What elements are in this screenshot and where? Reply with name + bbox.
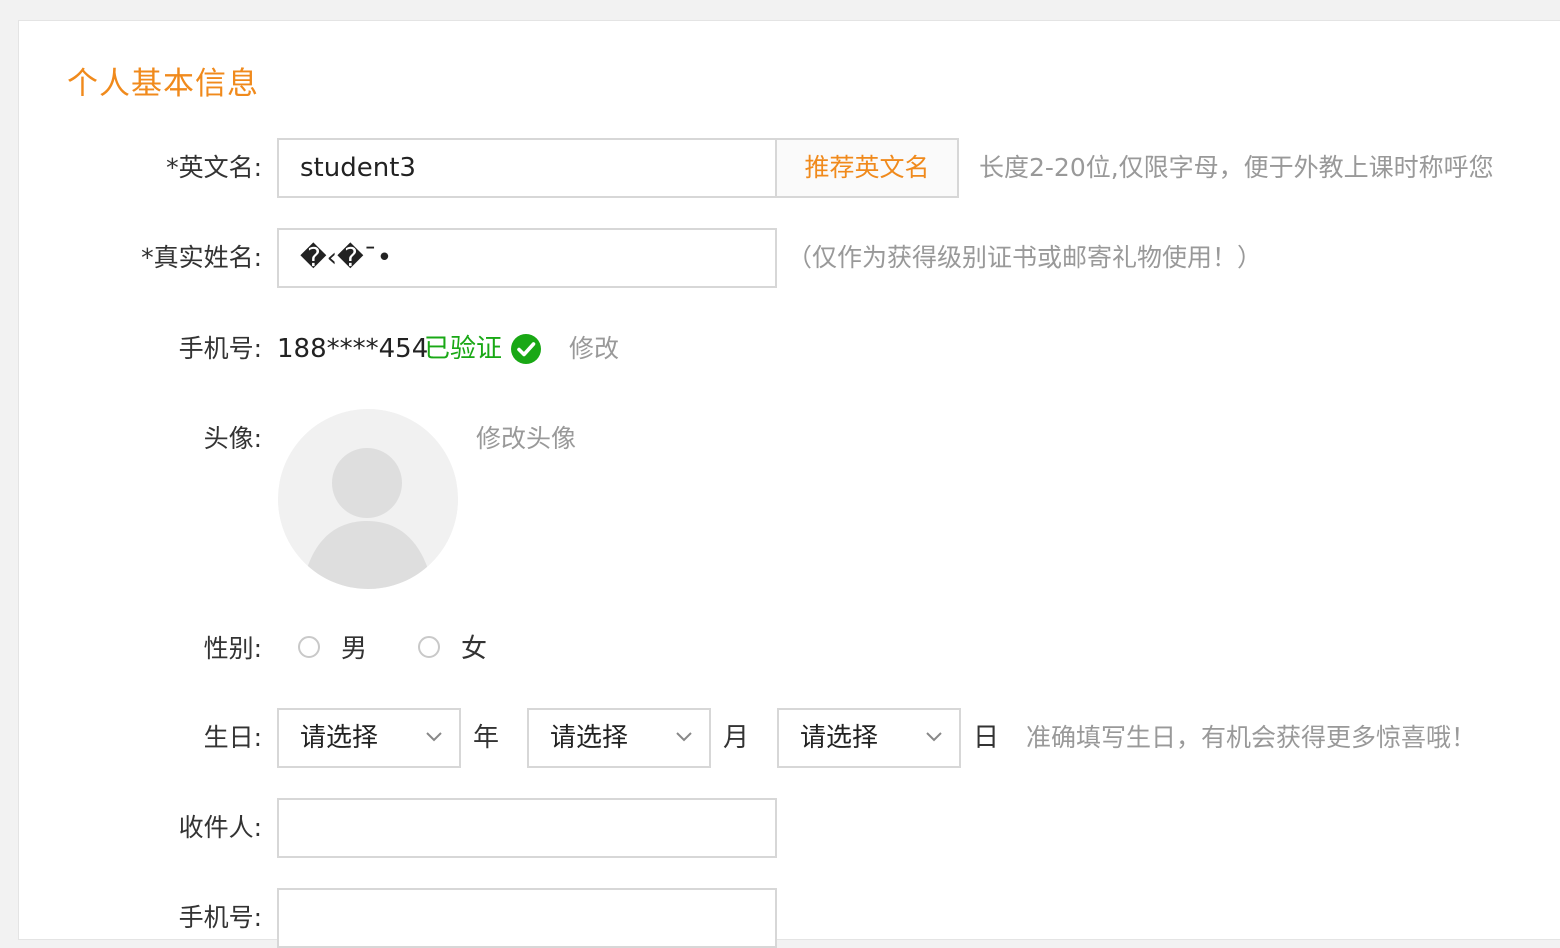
real-name-input[interactable]: �‹�¯• bbox=[277, 228, 777, 288]
section-title: 个人基本信息 bbox=[67, 66, 259, 102]
recipient-row: 收件人: bbox=[0, 798, 1560, 858]
avatar-row: 头像: 修改头像 bbox=[0, 409, 1560, 589]
suggest-english-name-button[interactable]: 推荐英文名 bbox=[775, 138, 959, 198]
recipient-input[interactable] bbox=[277, 798, 777, 858]
month-unit: 月 bbox=[723, 723, 750, 753]
recipient-phone-row: 手机号: bbox=[0, 888, 1560, 948]
real-name-label: *真实姓名: bbox=[141, 243, 262, 272]
birthday-row: 生日: 请选择 年 请选择 月 请选择 日 准确填写生日，有机会获得更多惊喜哦！ bbox=[0, 708, 1560, 768]
user-silhouette-icon bbox=[278, 409, 458, 589]
gender-female-radio[interactable] bbox=[418, 636, 440, 658]
birth-day-select[interactable]: 请选择 bbox=[777, 708, 961, 768]
birthday-hint: 准确填写生日，有机会获得更多惊喜哦！ bbox=[1026, 723, 1477, 752]
edit-avatar-link[interactable]: 修改头像 bbox=[476, 409, 576, 469]
year-unit: 年 bbox=[473, 723, 500, 753]
gender-label: 性别: bbox=[203, 634, 262, 663]
real-name-hint: （仅作为获得级别证书或邮寄礼物使用！） bbox=[787, 243, 1263, 272]
real-name-row: *真实姓名: �‹�¯• （仅作为获得级别证书或邮寄礼物使用！） bbox=[0, 228, 1560, 288]
english-name-hint: 长度2-20位,仅限字母，便于外教上课时称呼您 bbox=[979, 153, 1494, 182]
english-name-input[interactable]: student3 bbox=[277, 138, 777, 198]
english-name-row: *英文名: student3 推荐英文名 长度2-20位,仅限字母，便于外教上课… bbox=[0, 138, 1560, 198]
phone-row: 手机号: 188****454 已验证 修改 bbox=[0, 319, 1560, 379]
day-unit: 日 bbox=[973, 723, 1000, 753]
recipient-phone-input[interactable] bbox=[277, 888, 777, 948]
avatar-label: 头像: bbox=[203, 424, 262, 453]
birth-year-select[interactable]: 请选择 bbox=[277, 708, 461, 768]
phone-edit-link[interactable]: 修改 bbox=[569, 319, 619, 379]
check-circle-icon bbox=[511, 334, 541, 364]
gender-female-label[interactable]: 女 bbox=[461, 619, 487, 679]
phone-verified-status: 已验证 bbox=[424, 334, 503, 364]
avatar[interactable] bbox=[278, 409, 458, 589]
gender-row: 性别: 男 女 bbox=[0, 619, 1560, 679]
recipient-phone-label: 手机号: bbox=[178, 903, 262, 932]
chevron-down-icon bbox=[926, 732, 942, 742]
recipient-label: 收件人: bbox=[178, 813, 262, 842]
gender-male-radio[interactable] bbox=[298, 636, 320, 658]
english-name-label: *英文名: bbox=[166, 153, 262, 182]
birth-day-value: 请选择 bbox=[800, 723, 879, 753]
phone-label: 手机号: bbox=[178, 334, 262, 363]
phone-number: 188****454 bbox=[277, 334, 429, 364]
chevron-down-icon bbox=[426, 732, 442, 742]
chevron-down-icon bbox=[676, 732, 692, 742]
birth-year-value: 请选择 bbox=[300, 723, 379, 753]
gender-male-label[interactable]: 男 bbox=[341, 619, 367, 679]
birthday-label: 生日: bbox=[203, 723, 262, 752]
birth-month-select[interactable]: 请选择 bbox=[527, 708, 711, 768]
birth-month-value: 请选择 bbox=[550, 723, 629, 753]
